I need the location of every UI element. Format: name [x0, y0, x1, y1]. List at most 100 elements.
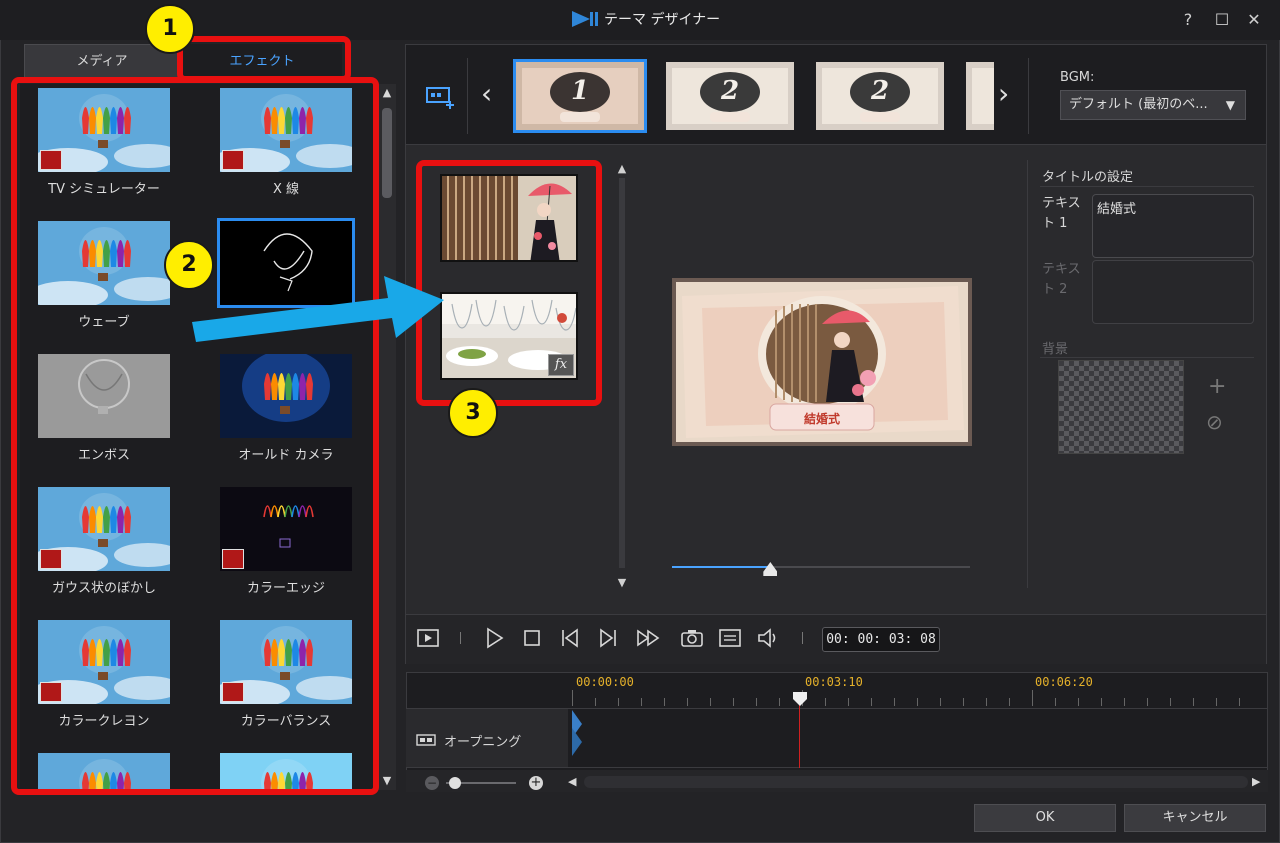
ruler-tick — [1124, 698, 1125, 706]
bgm-select[interactable]: デフォルト (最初のベ... ▼ — [1060, 90, 1246, 120]
ok-button[interactable]: OK — [974, 804, 1116, 832]
theme-thumbnail[interactable]: 2 — [666, 62, 794, 130]
background-rule — [1040, 357, 1254, 358]
zoom-in-icon[interactable]: + — [529, 776, 543, 790]
ruler-tick — [641, 698, 642, 706]
ruler-tick — [1147, 698, 1148, 706]
ruler-tick — [963, 698, 964, 706]
scroll-up-icon[interactable]: ▲ — [615, 162, 629, 175]
ruler-tick — [687, 698, 688, 706]
preview-mode-icon[interactable] — [416, 626, 440, 650]
add-slide-icon[interactable] — [426, 84, 456, 110]
next-frame-icon[interactable] — [596, 626, 620, 650]
annotation-arrow-icon — [192, 276, 444, 342]
ruler-tick — [1239, 698, 1240, 706]
title-settings-heading: タイトルの設定 — [1042, 170, 1134, 185]
chevron-left-icon[interactable]: ‹ — [481, 80, 492, 108]
theme-number: 2 — [720, 76, 740, 106]
background-label: 背景 — [1042, 342, 1069, 357]
zoom-slider-knob[interactable] — [449, 777, 461, 789]
slide-list-scrollbar[interactable]: ▲ ▼ — [618, 160, 626, 590]
theme-thumbnail[interactable]: 1 — [513, 59, 647, 133]
ruler-tick — [986, 698, 987, 706]
app-logo-icon — [572, 11, 598, 27]
subtitle-list-icon[interactable] — [718, 626, 742, 650]
window-title: テーマ デザイナー — [604, 12, 721, 28]
annotation-box-effect-list — [11, 77, 379, 795]
ruler-tick — [1032, 690, 1033, 706]
help-button[interactable]: ? — [1178, 10, 1198, 30]
transport-separator — [460, 632, 461, 644]
ruler-tick — [1216, 698, 1217, 706]
ruler-tick — [825, 698, 826, 706]
theme-thumbnail[interactable] — [966, 62, 994, 130]
ruler-tick — [1078, 698, 1079, 706]
ruler-tick — [733, 698, 734, 706]
text2-field[interactable] — [1092, 260, 1254, 324]
scroll-down-icon[interactable]: ▼ — [615, 576, 629, 589]
timecode-display[interactable]: 00: 00: 03: 08 — [822, 627, 940, 652]
playhead-line — [799, 700, 800, 768]
scroll-left-icon[interactable]: ◀ — [568, 775, 576, 788]
effect-list-scrollbar[interactable]: ▲ ▼ — [378, 84, 396, 790]
ruler-tick — [595, 698, 596, 706]
ruler-tick — [756, 698, 757, 706]
track-title-icon — [416, 734, 436, 746]
text1-label: テキスト 1 — [1042, 196, 1081, 231]
volume-icon[interactable] — [756, 626, 780, 650]
seekbar-progress — [672, 566, 771, 568]
clear-background-icon[interactable]: ⊘ — [1206, 410, 1223, 434]
scroll-down-icon[interactable]: ▼ — [380, 774, 394, 788]
ruler-tick — [710, 698, 711, 706]
scroll-right-icon[interactable]: ▶ — [1252, 775, 1260, 788]
preview-caption: 結婚式 — [803, 412, 840, 426]
ruler-tick — [572, 690, 573, 706]
annotation-badge-2: 2 — [164, 240, 214, 290]
zoom-out-icon[interactable]: − — [425, 776, 439, 790]
snapshot-camera-icon[interactable] — [680, 626, 704, 650]
scrollbar-thumb[interactable] — [382, 108, 392, 198]
scroll-up-icon[interactable]: ▲ — [380, 86, 394, 100]
ruler-tick — [1170, 698, 1171, 706]
transport-separator-2 — [802, 632, 803, 644]
ruler-mark-2: 00:06:20 — [1035, 675, 1093, 689]
clip-start-marker-icon[interactable] — [570, 710, 584, 756]
ruler-tick — [940, 698, 941, 706]
annotation-badge-3: 3 — [448, 388, 498, 438]
ruler-tick — [1193, 698, 1194, 706]
theme-thumbnail[interactable]: 2 — [816, 62, 944, 130]
window-title-group: テーマ デザイナー — [572, 9, 720, 29]
fast-forward-icon[interactable] — [636, 626, 660, 650]
bgm-selected-value: デフォルト (最初のベ... — [1069, 97, 1208, 112]
theme-number: 1 — [570, 76, 590, 106]
close-button[interactable]: ✕ — [1244, 10, 1264, 30]
ruler-tick — [917, 698, 918, 706]
theme-number: 2 — [870, 76, 890, 106]
text2-label: テキスト 2 — [1042, 262, 1081, 297]
background-preview — [1058, 360, 1184, 454]
ruler-tick — [618, 698, 619, 706]
ruler-tick — [1101, 698, 1102, 706]
ruler-tick — [664, 698, 665, 706]
preview-canvas: 結婚式 — [672, 278, 972, 446]
annotation-badge-1: 1 — [145, 4, 195, 54]
chevron-right-icon[interactable]: › — [998, 80, 1009, 108]
caret-down-icon: ▼ — [1225, 98, 1235, 112]
scroll-track[interactable] — [619, 178, 625, 568]
ruler-tick — [894, 698, 895, 706]
play-icon[interactable] — [482, 626, 506, 650]
maximize-button[interactable]: ☐ — [1212, 10, 1232, 30]
preview-seekbar[interactable] — [672, 566, 970, 568]
previous-frame-icon[interactable] — [558, 626, 582, 650]
cancel-button[interactable]: キャンセル — [1124, 804, 1266, 832]
ruler-tick — [871, 698, 872, 706]
settings-divider — [1027, 160, 1028, 588]
text1-field[interactable]: 結婚式 — [1092, 194, 1254, 258]
add-background-icon[interactable]: + — [1208, 374, 1226, 399]
annotation-box-effect-tab — [177, 36, 351, 82]
strip-divider-right — [1028, 58, 1029, 134]
ruler-mark-1: 00:03:10 — [805, 675, 863, 689]
stop-icon[interactable] — [520, 626, 544, 650]
ruler-tick — [1009, 698, 1010, 706]
timeline-hscrollbar[interactable] — [584, 776, 1248, 788]
